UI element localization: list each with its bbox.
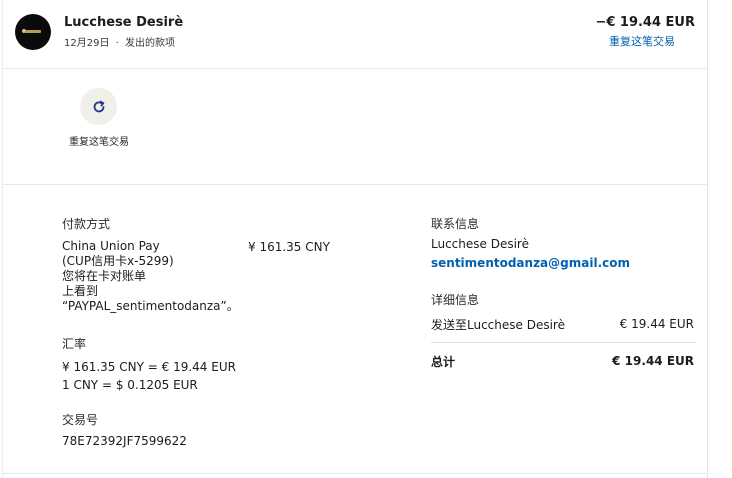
transaction-card: Lucchese Desirè 12月29日 · 发出的款项 −€ 19.44 … bbox=[2, 0, 708, 478]
sent-to-amount: € 19.44 EUR bbox=[619, 317, 694, 331]
transaction-subline: 12月29日 · 发出的款项 bbox=[64, 34, 175, 49]
contact-name: Lucchese Desirè bbox=[431, 237, 529, 251]
subline-separator: · bbox=[115, 38, 119, 49]
exchange-rate-line: 1 CNY = $ 0.1205 EUR bbox=[62, 378, 198, 392]
contact-heading: 联系信息 bbox=[431, 217, 480, 231]
divider bbox=[3, 68, 708, 69]
refresh-icon bbox=[93, 100, 104, 112]
exchange-rate-text: ¥ 161.35 CNY = € 19.44 EUR 1 CNY = $ 0.1… bbox=[62, 358, 236, 394]
logo-wordmark bbox=[25, 30, 41, 33]
total-divider bbox=[431, 342, 696, 343]
sent-to-label: 发送至Lucchese Desirè bbox=[431, 318, 565, 332]
exchange-rate-line: ¥ 161.35 CNY = € 19.44 EUR bbox=[62, 360, 236, 374]
divider bbox=[3, 473, 708, 474]
exchange-rate-heading: 汇率 bbox=[62, 337, 87, 351]
payment-method-line: China Union Pay bbox=[62, 239, 160, 253]
transaction-id: 78E72392JF7599622 bbox=[62, 434, 187, 448]
repeat-transaction-button[interactable] bbox=[80, 88, 117, 125]
repeat-transaction-label: 重复这笔交易 bbox=[69, 137, 129, 148]
repeat-transaction-link[interactable]: 重复这笔交易 bbox=[609, 33, 675, 49]
payment-method-text: China Union Pay (CUP信用卡x-5299) 您将在卡对账单 上… bbox=[62, 239, 239, 314]
payment-method-line: “PAYPAL_sentimentodanza”。 bbox=[62, 299, 239, 313]
total-label: 总计 bbox=[431, 355, 456, 369]
payment-method-line: 您将在卡对账单 bbox=[62, 269, 147, 283]
contact-email-link[interactable]: sentimentodanza@gmail.com bbox=[431, 256, 630, 270]
merchant-name: Lucchese Desirè bbox=[64, 15, 184, 30]
transaction-amount: −€ 19.44 EUR bbox=[595, 15, 695, 30]
divider bbox=[3, 184, 708, 185]
total-amount: € 19.44 EUR bbox=[612, 354, 694, 368]
payment-method-heading: 付款方式 bbox=[62, 217, 111, 231]
transaction-id-heading: 交易号 bbox=[62, 413, 99, 427]
merchant-avatar bbox=[15, 14, 51, 50]
details-heading: 详细信息 bbox=[431, 293, 480, 307]
payment-method-line: (CUP信用卡x-5299) bbox=[62, 254, 174, 268]
transaction-date: 12月29日 bbox=[64, 38, 110, 49]
payment-method-line: 上看到 bbox=[62, 284, 99, 298]
payment-method-amount: ¥ 161.35 CNY bbox=[248, 240, 330, 254]
transaction-type: 发出的款项 bbox=[125, 38, 176, 49]
